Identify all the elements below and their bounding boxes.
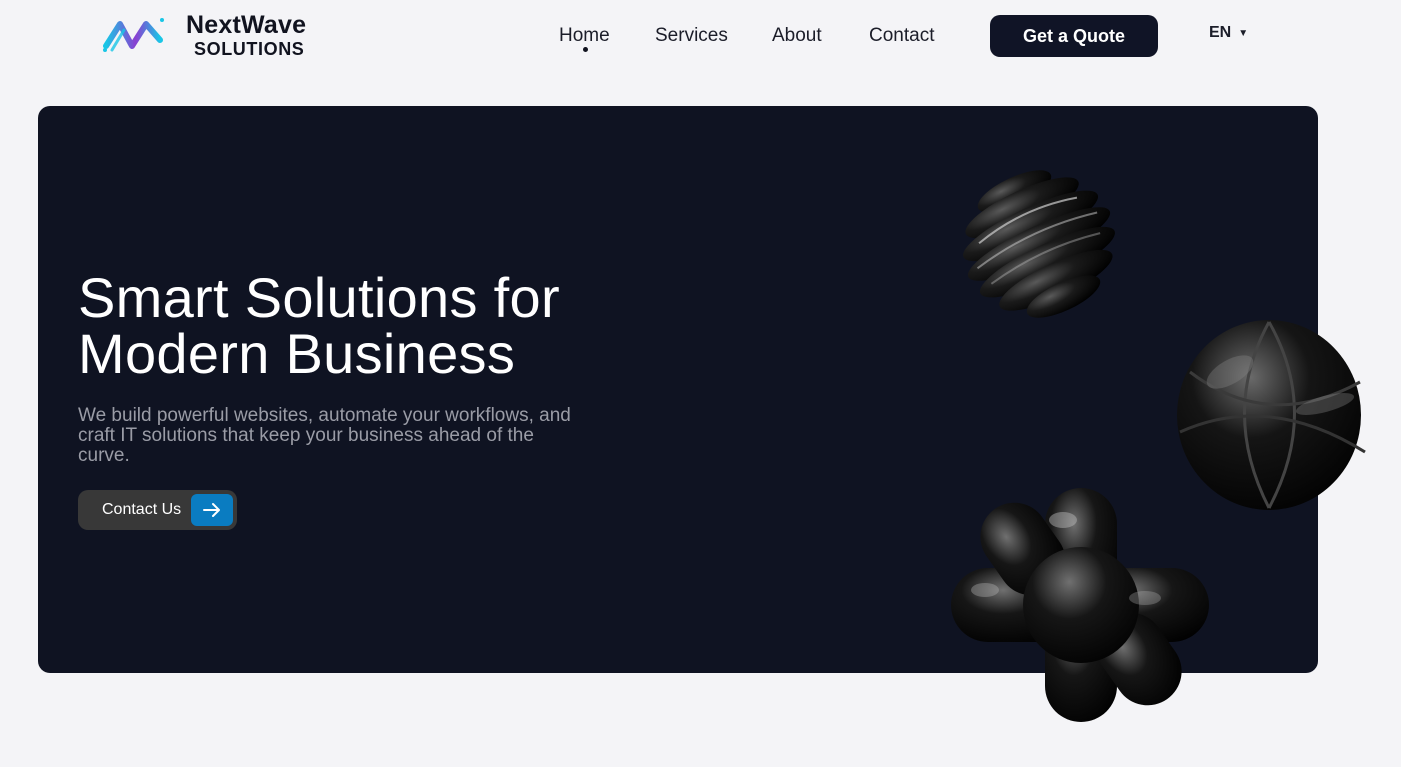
language-label: EN <box>1209 24 1232 41</box>
arrow-right-icon <box>191 494 233 526</box>
brand-logo[interactable]: NextWave SOLUTIONS <box>102 10 306 59</box>
page: NextWave SOLUTIONS Home Services About C… <box>0 0 1401 767</box>
hero-title-line-2: Modern Business <box>78 322 516 385</box>
contact-us-button[interactable]: Contact Us <box>78 490 237 530</box>
caret-down-icon: ▼ <box>1238 27 1249 39</box>
nav-item-home[interactable]: Home <box>559 22 610 50</box>
hero-title: Smart Solutions for Modern Business <box>78 270 718 382</box>
hero-subtitle: We build powerful websites, automate you… <box>78 406 688 466</box>
cross-blob-decoration <box>951 488 1209 722</box>
nav-item-contact[interactable]: Contact <box>869 22 934 50</box>
site-header: NextWave SOLUTIONS Home Services About C… <box>0 0 1401 72</box>
contact-us-label: Contact Us <box>102 501 182 518</box>
nav-item-services[interactable]: Services <box>655 22 728 50</box>
nav-item-about[interactable]: About <box>772 22 822 50</box>
hero-subtitle-line-1: We build powerful websites, automate you… <box>78 405 571 426</box>
hero-subtitle-line-3: curve. <box>78 445 130 466</box>
hero-title-line-1: Smart Solutions for <box>78 266 560 329</box>
language-selector[interactable]: EN ▼ <box>1209 24 1248 42</box>
brand-wordmark: NextWave SOLUTIONS <box>186 12 346 60</box>
brand-tagline: SOLUTIONS <box>194 39 305 59</box>
hero-subtitle-line-2: craft IT solutions that keep your busine… <box>78 425 534 446</box>
wave-n-logo-icon <box>103 18 164 52</box>
get-a-quote-button[interactable]: Get a Quote <box>990 15 1158 57</box>
active-indicator-dot <box>583 47 588 52</box>
ribbed-sphere-decoration <box>963 170 1115 318</box>
brand-name: NextWave <box>186 11 307 39</box>
